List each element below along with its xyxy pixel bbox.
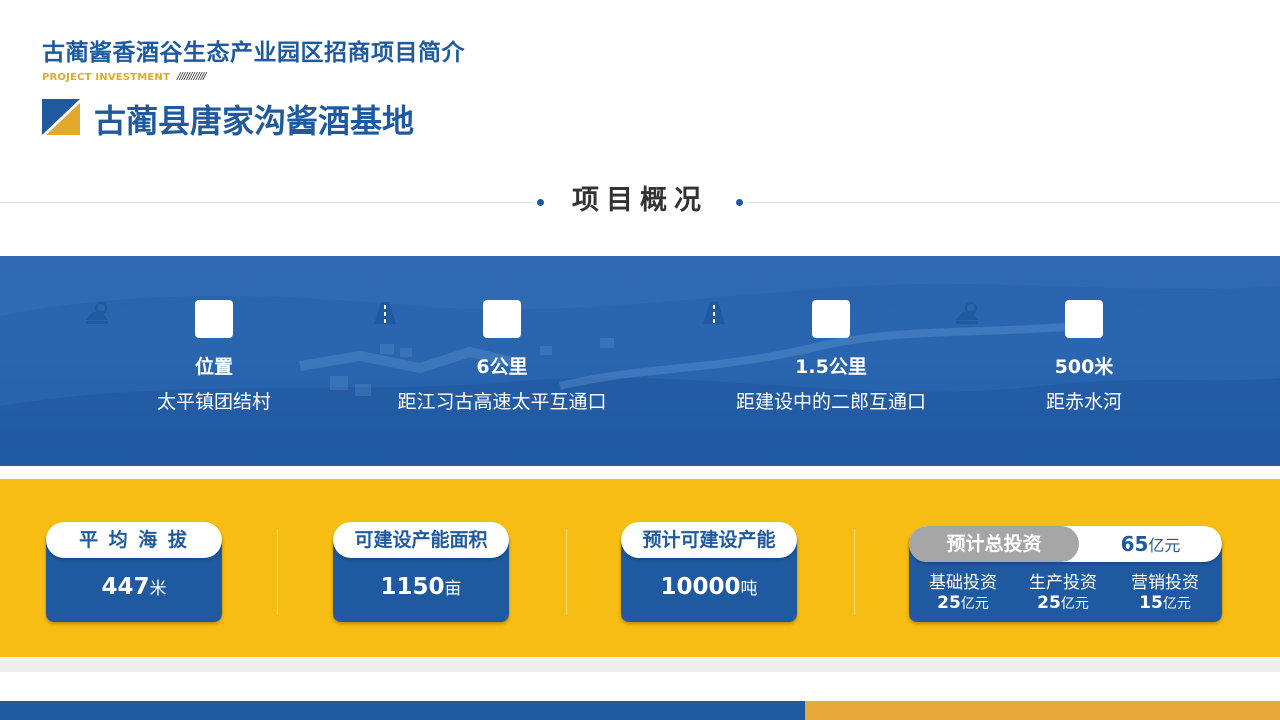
investment-total: 65亿元 [1120, 532, 1181, 556]
separator [566, 529, 567, 615]
feature-desc: 距建设中的二郎互通口 [735, 391, 926, 413]
stat-value: 10000吨 [660, 574, 758, 600]
section-title: 项目概况 [572, 185, 708, 216]
investment-header: 预计总投资 65亿元 [909, 526, 1222, 562]
footer-gray-strip [0, 657, 1280, 672]
overview-band: 位置 太平镇团结村 6公里 距江习古高速太平互通口 1.5公里 距建设中的二郎互… [0, 256, 1280, 466]
page-title: 古蔺县唐家沟酱酒基地 [94, 102, 415, 140]
header-title: 古蔺酱香酒谷生态产业园区招商项目简介 [42, 40, 465, 66]
stat-label: 平 均 海 拔 [46, 522, 222, 558]
separator [854, 529, 855, 615]
feature-value: 1.5公里 [795, 356, 867, 378]
stat-value: 1150亩 [380, 574, 462, 600]
feature-highway-distance: 6公里 距江习古高速太平互通口 [372, 300, 632, 414]
header-slash-decoration: //////////// [177, 71, 206, 82]
stat-label: 预计可建设产能 [621, 522, 797, 558]
feature-interchange-distance: 1.5公里 距建设中的二郎互通口 [701, 300, 961, 414]
feature-value: 位置 [194, 356, 233, 378]
section-heading: 项目概况 [532, 182, 748, 222]
stat-value: 447米 [101, 574, 167, 600]
map-pin-icon [86, 300, 233, 338]
footer-blue-bar [0, 701, 805, 720]
stat-label: 可建设产能面积 [333, 522, 509, 558]
investment-item: 生产投资 25亿元 [1029, 573, 1097, 613]
header-eng-label: PROJECT INVESTMENT [42, 72, 170, 83]
section-dot-right [736, 199, 743, 206]
investment-item: 营销投资 15亿元 [1131, 573, 1199, 613]
logo-triangle-icon [42, 99, 80, 135]
feature-value: 500米 [1054, 356, 1114, 378]
feature-river-distance: 500米 距赤水河 [954, 300, 1214, 414]
footer-yellow-bar [805, 701, 1280, 720]
feature-desc: 太平镇团结村 [156, 391, 271, 413]
feature-location: 位置 太平镇团结村 [84, 300, 344, 414]
feature-desc: 距赤水河 [1045, 391, 1122, 413]
road-icon [374, 300, 521, 338]
separator [277, 529, 278, 615]
investment-item: 基础投资 25亿元 [929, 573, 997, 613]
feature-value: 6公里 [476, 356, 528, 378]
road-icon [703, 300, 850, 338]
section-dot-left [537, 199, 544, 206]
feature-desc: 距江习古高速太平互通口 [397, 391, 607, 413]
investment-label: 预计总投资 [909, 526, 1079, 562]
map-pin-icon [956, 300, 1103, 338]
